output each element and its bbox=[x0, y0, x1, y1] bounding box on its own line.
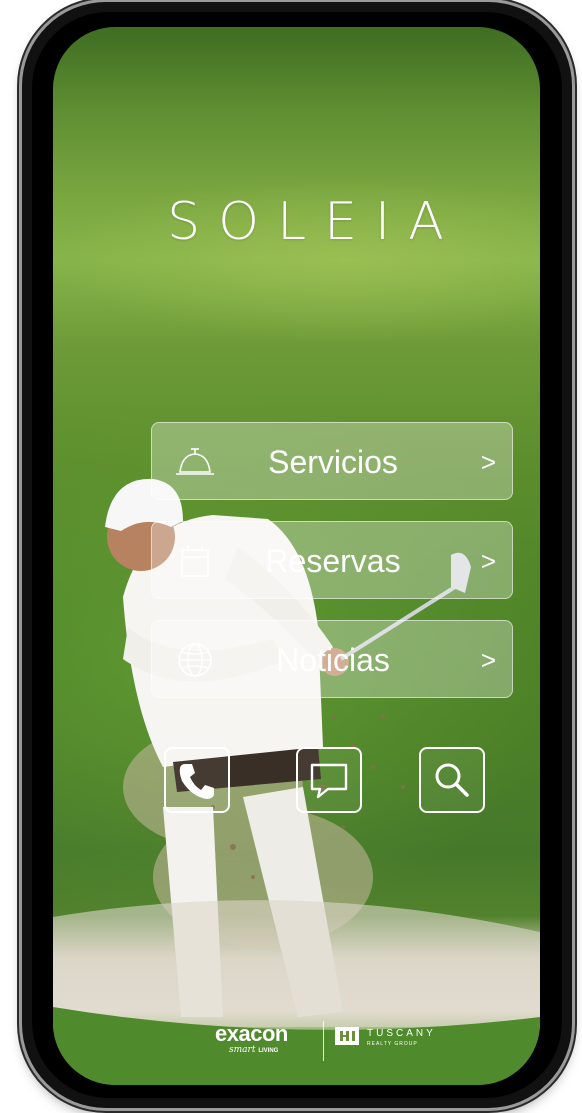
chevron-right-icon: > bbox=[480, 546, 496, 576]
menu-label-reservas: Reservas bbox=[265, 543, 401, 579]
menu-label-servicios: Servicios bbox=[268, 444, 398, 480]
exacon-logo: exacon bbox=[215, 1021, 288, 1046]
phone-icon bbox=[179, 764, 214, 799]
chat-icon bbox=[310, 763, 348, 799]
exacon-tagline-script: smart bbox=[229, 1045, 256, 1055]
footer-logos: exacon smart LIVING TUSCANY REALTY GROUP bbox=[53, 1015, 540, 1065]
page: SOLEIA Servicios > Reservas > Noticias >… bbox=[0, 0, 582, 1113]
chevron-right-icon: > bbox=[480, 447, 496, 477]
tuscany-logo-mark-icon bbox=[335, 1027, 359, 1045]
search-icon bbox=[435, 763, 469, 797]
chat-button[interactable] bbox=[296, 747, 362, 813]
exacon-tagline-caps: LIVING bbox=[258, 1048, 279, 1054]
exacon-tagline: smart LIVING bbox=[229, 1045, 278, 1055]
tuscany-logo: TUSCANY bbox=[367, 1028, 436, 1039]
tuscany-tagline: REALTY GROUP bbox=[367, 1041, 418, 1047]
brand-title: SOLEIA bbox=[167, 192, 462, 252]
phone-frame: SOLEIA Servicios > Reservas > Noticias >… bbox=[22, 2, 572, 1108]
menu-button-noticias[interactable]: Noticias > bbox=[151, 620, 513, 698]
footer-divider bbox=[323, 1021, 324, 1061]
menu-label-noticias: Noticias bbox=[276, 642, 390, 678]
app-screen: SOLEIA Servicios > Reservas > Noticias >… bbox=[53, 27, 540, 1085]
menu-button-reservas[interactable]: Reservas > bbox=[151, 521, 513, 599]
search-button[interactable] bbox=[419, 747, 485, 813]
phone-button[interactable] bbox=[164, 747, 230, 813]
chevron-right-icon: > bbox=[480, 645, 496, 675]
menu-button-servicios[interactable]: Servicios > bbox=[151, 422, 513, 500]
